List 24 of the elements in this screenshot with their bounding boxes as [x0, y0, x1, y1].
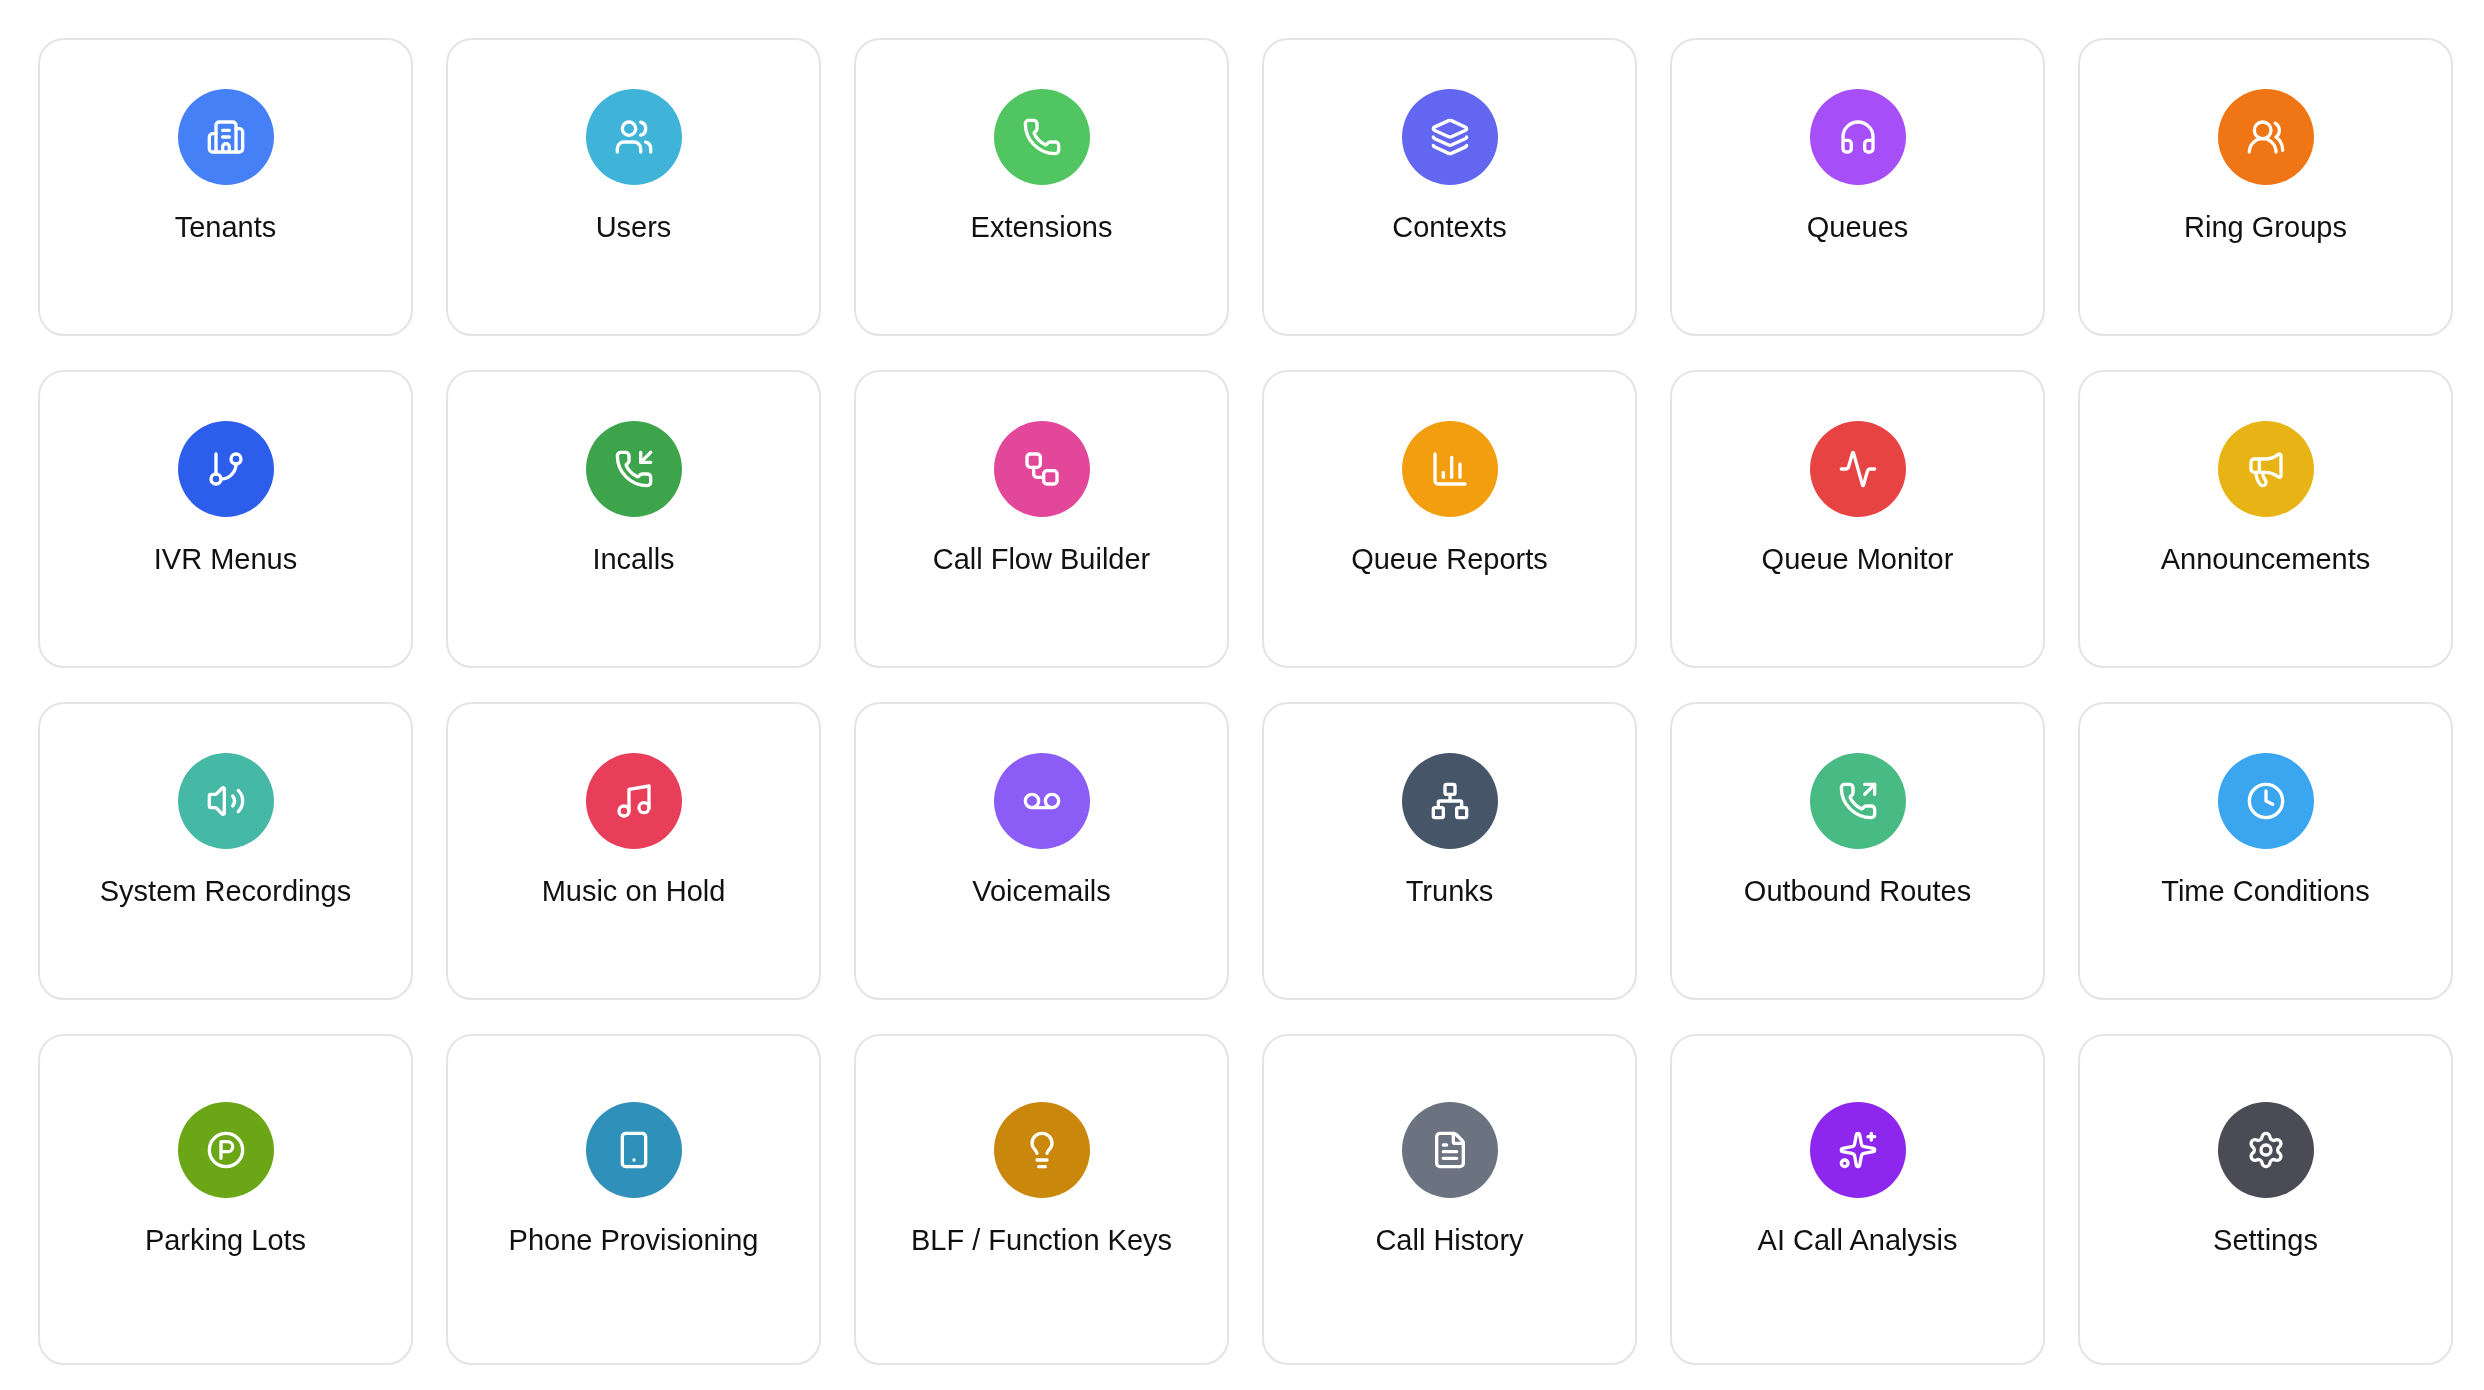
module-card[interactable]: Music on Hold	[446, 702, 821, 1000]
module-card[interactable]: Ring Groups	[2078, 38, 2453, 336]
module-card[interactable]: Settings	[2078, 1034, 2453, 1365]
module-card[interactable]: Outbound Routes	[1670, 702, 2045, 1000]
module-card[interactable]: Phone Provisioning	[446, 1034, 821, 1365]
module-card[interactable]: Call History	[1262, 1034, 1637, 1365]
module-card[interactable]: Tenants	[38, 38, 413, 336]
module-card[interactable]: Queue Reports	[1262, 370, 1637, 668]
module-card[interactable]: Parking Lots	[38, 1034, 413, 1365]
module-card[interactable]: Call Flow Builder	[854, 370, 1229, 668]
module-card[interactable]: AI Call Analysis	[1670, 1034, 2045, 1365]
module-card[interactable]: Extensions	[854, 38, 1229, 336]
module-card[interactable]: BLF / Function Keys	[854, 1034, 1229, 1365]
module-card[interactable]: Users	[446, 38, 821, 336]
module-card[interactable]: IVR Menus	[38, 370, 413, 668]
module-card[interactable]: System Recordings	[38, 702, 413, 1000]
module-card[interactable]: Time Conditions	[2078, 702, 2453, 1000]
module-card[interactable]: Incalls	[446, 370, 821, 668]
module-card[interactable]: Queue Monitor	[1670, 370, 2045, 668]
module-card[interactable]: Trunks	[1262, 702, 1637, 1000]
module-card[interactable]: Queues	[1670, 38, 2045, 336]
module-card[interactable]: Voicemails	[854, 702, 1229, 1000]
module-card[interactable]: Contexts	[1262, 38, 1637, 336]
module-card[interactable]: Announcements	[2078, 370, 2453, 668]
